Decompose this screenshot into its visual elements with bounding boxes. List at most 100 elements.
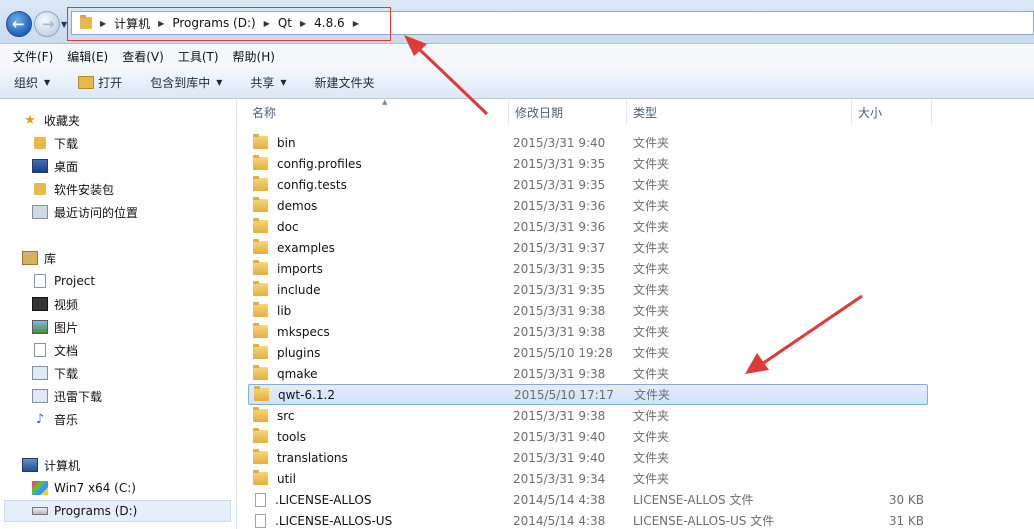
column-modified[interactable]: 修改日期 <box>509 100 627 124</box>
file-name: demos <box>248 197 503 213</box>
organize-button[interactable]: 组织 ▼ <box>14 74 50 91</box>
file-date: 2015/3/31 9:40 <box>513 450 606 465</box>
folder-row[interactable]: mkspecs 2015/3/31 9:38 文件夹 <box>248 321 928 342</box>
new-folder-button[interactable]: 新建文件夹 <box>315 74 375 91</box>
download-icon <box>32 389 48 403</box>
folder-icon <box>253 218 268 233</box>
file-type: 文件夹 <box>633 178 670 192</box>
nav-computer[interactable]: 计算机 <box>22 454 80 476</box>
file-name-text: lib <box>277 303 292 318</box>
sort-ascending-icon: ▲ <box>382 98 388 106</box>
folder-row[interactable]: util 2015/3/31 9:34 文件夹 <box>248 468 928 489</box>
file-row[interactable]: .LICENSE-ALLOS 2014/5/14 4:38 LICENSE-ALLO… <box>248 489 928 510</box>
folder-icon <box>254 386 269 401</box>
file-name: qwt-6.1.2 <box>249 386 504 402</box>
column-name[interactable]: ▲ 名称 <box>246 98 509 124</box>
menu-tools[interactable]: 工具(T) <box>171 48 226 65</box>
folder-row[interactable]: imports 2015/3/31 9:35 文件夹 <box>248 258 928 279</box>
chevron-down-icon: ▼ <box>44 78 51 87</box>
menu-help[interactable]: 帮助(H) <box>226 48 282 65</box>
windows-drive-icon <box>32 481 48 495</box>
folder-icon <box>34 183 46 195</box>
file-date: 2015/3/31 9:40 <box>513 135 606 150</box>
file-type: 文件夹 <box>633 451 670 465</box>
folder-row[interactable]: bin 2015/3/31 9:40 文件夹 <box>248 132 928 153</box>
file-name: include <box>248 281 503 297</box>
file-row[interactable]: .LICENSE-ALLOS-US 2014/5/14 4:38 LICENSE-A… <box>248 510 928 529</box>
file-name-text: qmake <box>277 366 318 381</box>
folder-row[interactable]: qwt-6.1.2 2015/5/10 17:17 文件夹 <box>248 384 928 405</box>
folder-icon <box>253 365 268 380</box>
nav-pictures[interactable]: 图片 <box>32 316 78 338</box>
menu-bar: 文件(F) 编辑(E) 查看(V) 工具(T) 帮助(H) <box>0 45 1034 67</box>
column-type[interactable]: 类型 <box>627 100 852 124</box>
file-type: 文件夹 <box>633 472 670 486</box>
file-name: config.profiles <box>248 155 503 171</box>
file-name-text: qwt-6.1.2 <box>278 387 335 402</box>
nav-desktop[interactable]: 桌面 <box>32 155 78 177</box>
file-date: 2015/3/31 9:38 <box>513 408 606 423</box>
file-name: examples <box>248 239 503 255</box>
file-name: plugins <box>248 344 503 360</box>
folder-row[interactable]: demos 2015/3/31 9:36 文件夹 <box>248 195 928 216</box>
nav-recent[interactable]: 最近访问的位置 <box>32 201 138 223</box>
file-date: 2015/3/31 9:35 <box>513 261 606 276</box>
share-button[interactable]: 共享 ▼ <box>250 74 286 91</box>
file-name-text: .LICENSE-ALLOS <box>275 492 372 507</box>
folder-row[interactable]: examples 2015/3/31 9:37 文件夹 <box>248 237 928 258</box>
drive-icon <box>32 507 48 515</box>
nav-project[interactable]: Project <box>32 270 95 292</box>
file-type: 文件夹 <box>633 325 670 339</box>
folder-row[interactable]: plugins 2015/5/10 19:28 文件夹 <box>248 342 928 363</box>
nav-videos[interactable]: 视频 <box>32 293 78 315</box>
nav-documents[interactable]: 文档 <box>32 339 78 361</box>
menu-view[interactable]: 查看(V) <box>115 48 171 65</box>
folder-row[interactable]: doc 2015/3/31 9:36 文件夹 <box>248 216 928 237</box>
file-date: 2015/3/31 9:40 <box>513 429 606 444</box>
open-button[interactable]: 打开 <box>78 74 122 91</box>
nav-software[interactable]: 软件安装包 <box>32 178 114 200</box>
downloads-folder-icon <box>34 137 46 149</box>
file-type: 文件夹 <box>633 241 670 255</box>
nav-libraries[interactable]: 库 <box>22 247 56 269</box>
file-name: doc <box>248 218 503 234</box>
command-toolbar: 组织 ▼ 打开 包含到库中 ▼ 共享 ▼ 新建文件夹 <box>0 67 1034 99</box>
file-icon <box>255 492 266 507</box>
folder-row[interactable]: include 2015/3/31 9:35 文件夹 <box>248 279 928 300</box>
navigation-pane: ★ 收藏夹 下载 桌面 软件安装包 最近访问的位置 库 Project 视频 图片… <box>0 100 237 529</box>
back-button[interactable]: ← <box>6 11 32 37</box>
file-type: 文件夹 <box>633 409 670 423</box>
file-name: imports <box>248 260 503 276</box>
folder-row[interactable]: qmake 2015/3/31 9:38 文件夹 <box>248 363 928 384</box>
nav-thunder[interactable]: 迅雷下载 <box>32 385 102 407</box>
nav-music[interactable]: ♪ 音乐 <box>32 408 78 430</box>
nav-downloads[interactable]: 下载 <box>32 132 78 154</box>
folder-row[interactable]: lib 2015/3/31 9:38 文件夹 <box>248 300 928 321</box>
folder-row[interactable]: tools 2015/3/31 9:40 文件夹 <box>248 426 928 447</box>
file-type: 文件夹 <box>634 388 671 402</box>
file-name: mkspecs <box>248 323 503 339</box>
nav-drive-c[interactable]: Win7 x64 (C:) <box>32 477 136 499</box>
file-name-text: demos <box>277 198 318 213</box>
menu-file[interactable]: 文件(F) <box>6 48 60 65</box>
column-size[interactable]: 大小 <box>852 100 932 124</box>
nav-drive-d[interactable]: Programs (D:) <box>4 500 231 522</box>
file-date: 2015/3/31 9:35 <box>513 177 606 192</box>
file-type: 文件夹 <box>633 346 670 360</box>
nav-favorites[interactable]: ★ 收藏夹 <box>22 109 80 131</box>
folder-row[interactable]: config.tests 2015/3/31 9:35 文件夹 <box>248 174 928 195</box>
folder-row[interactable]: translations 2015/3/31 9:40 文件夹 <box>248 447 928 468</box>
file-name-text: config.profiles <box>277 156 362 171</box>
menu-edit[interactable]: 编辑(E) <box>60 48 115 65</box>
folder-icon <box>253 323 268 338</box>
folder-row[interactable]: config.profiles 2015/3/31 9:35 文件夹 <box>248 153 928 174</box>
file-name: .LICENSE-ALLOS <box>248 492 503 507</box>
nav-downloads-lib[interactable]: 下载 <box>32 362 78 384</box>
forward-button[interactable]: → <box>34 11 60 37</box>
file-name: lib <box>248 302 503 318</box>
file-name-text: bin <box>277 135 296 150</box>
file-name-text: util <box>277 471 296 486</box>
include-in-library-button[interactable]: 包含到库中 ▼ <box>150 74 222 91</box>
folder-row[interactable]: src 2015/3/31 9:38 文件夹 <box>248 405 928 426</box>
folder-icon <box>253 239 268 254</box>
